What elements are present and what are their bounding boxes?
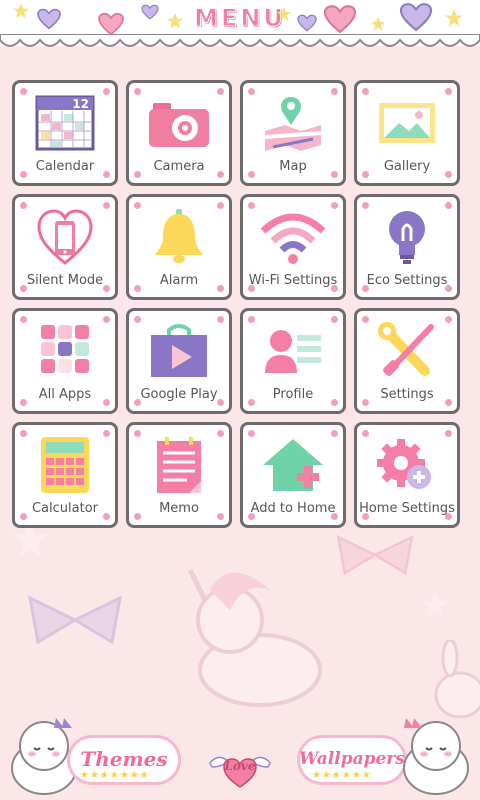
app-tile-calendar[interactable]: 12 Calendar xyxy=(12,80,118,186)
bunny-icon xyxy=(434,640,480,719)
gallery-icon xyxy=(379,103,435,143)
header-bar: MENU xyxy=(0,0,480,47)
app-tile-label: Memo xyxy=(159,501,199,516)
app-tile-label: Map xyxy=(279,159,307,174)
app-tile-camera[interactable]: Camera xyxy=(126,80,232,186)
app-tile-label: Profile xyxy=(272,387,314,402)
app-tile-label: Home Settings xyxy=(359,501,455,516)
map-icon xyxy=(264,97,322,151)
love-button[interactable]: Love xyxy=(208,749,272,789)
app-tile-label: Gallery xyxy=(383,159,431,174)
app-tile-add-to-home[interactable]: Add to Home xyxy=(240,422,346,528)
themes-button-label: Themes xyxy=(80,747,168,771)
app-tile-gallery[interactable]: Gallery xyxy=(354,80,460,186)
ribbon-bow-icon xyxy=(336,534,414,575)
app-tile-google-play[interactable]: Google Play xyxy=(126,308,232,414)
app-tile-label: Camera xyxy=(153,159,205,174)
app-tile-label: Silent Mode xyxy=(26,273,104,288)
profile-icon xyxy=(265,330,321,373)
wallpapers-button-label: Wallpapers xyxy=(299,749,405,769)
gear-plus-icon xyxy=(377,439,431,489)
app-tile-label: Calculator xyxy=(31,501,98,516)
add-to-home-icon xyxy=(263,439,323,491)
app-tile-calculator[interactable]: Calculator xyxy=(12,422,118,528)
camera-icon xyxy=(149,103,209,147)
app-tile-label: Calendar xyxy=(35,159,95,174)
star-row: ★★★★★★ xyxy=(312,770,372,781)
star-row: ★★★★★★★ xyxy=(80,770,150,781)
app-tile-label: Eco Settings xyxy=(366,273,448,288)
app-tile-map[interactable]: Map xyxy=(240,80,346,186)
app-tile-eco-settings[interactable]: Eco Settings xyxy=(354,194,460,300)
scallop-border xyxy=(0,34,480,47)
wifi-icon xyxy=(261,213,325,264)
heart-icon xyxy=(323,5,357,34)
heart-icon xyxy=(297,14,317,32)
star-icon xyxy=(445,9,463,27)
all-apps-icon xyxy=(41,325,89,373)
heart-icon xyxy=(399,3,433,32)
google-play-icon xyxy=(151,324,207,377)
app-tile-memo[interactable]: Memo xyxy=(126,422,232,528)
app-tile-label: All Apps xyxy=(38,387,92,402)
alarm-bell-icon xyxy=(155,209,203,263)
app-tile-all-apps[interactable]: All Apps xyxy=(12,308,118,414)
love-label: Love xyxy=(224,759,256,773)
calculator-icon xyxy=(41,437,89,493)
app-tile-alarm[interactable]: Alarm xyxy=(126,194,232,300)
app-tile-label: Settings xyxy=(380,387,434,402)
app-tile-wifi-settings[interactable]: Wi-Fi Settings xyxy=(240,194,346,300)
wrench-screwdriver-icon xyxy=(378,322,434,376)
cat-mascot-icon xyxy=(403,718,469,795)
app-tile-label: Wi-Fi Settings xyxy=(248,273,338,288)
app-tile-label: Add to Home xyxy=(250,501,336,516)
ribbon-bow-icon xyxy=(27,595,123,645)
lightbulb-icon xyxy=(389,211,425,264)
app-tile-silent-mode[interactable]: Silent Mode xyxy=(12,194,118,300)
unicorn-icon xyxy=(187,568,322,707)
star-icon xyxy=(421,591,449,618)
app-tile-label: Alarm xyxy=(159,273,199,288)
calendar-icon: 12 xyxy=(35,95,95,151)
app-tile-settings[interactable]: Settings xyxy=(354,308,460,414)
memo-icon xyxy=(157,437,201,493)
star-icon xyxy=(276,6,292,21)
app-tile-profile[interactable]: Profile xyxy=(240,308,346,414)
star-icon xyxy=(370,16,386,31)
calendar-date-badge: 12 xyxy=(72,97,89,111)
silent-mode-icon xyxy=(37,209,93,265)
app-tile-home-settings[interactable]: Home Settings xyxy=(354,422,460,528)
app-grid: 12 Calendar Camera Map Gallery Silent Mo… xyxy=(12,80,468,528)
app-tile-label: Google Play xyxy=(140,387,218,402)
